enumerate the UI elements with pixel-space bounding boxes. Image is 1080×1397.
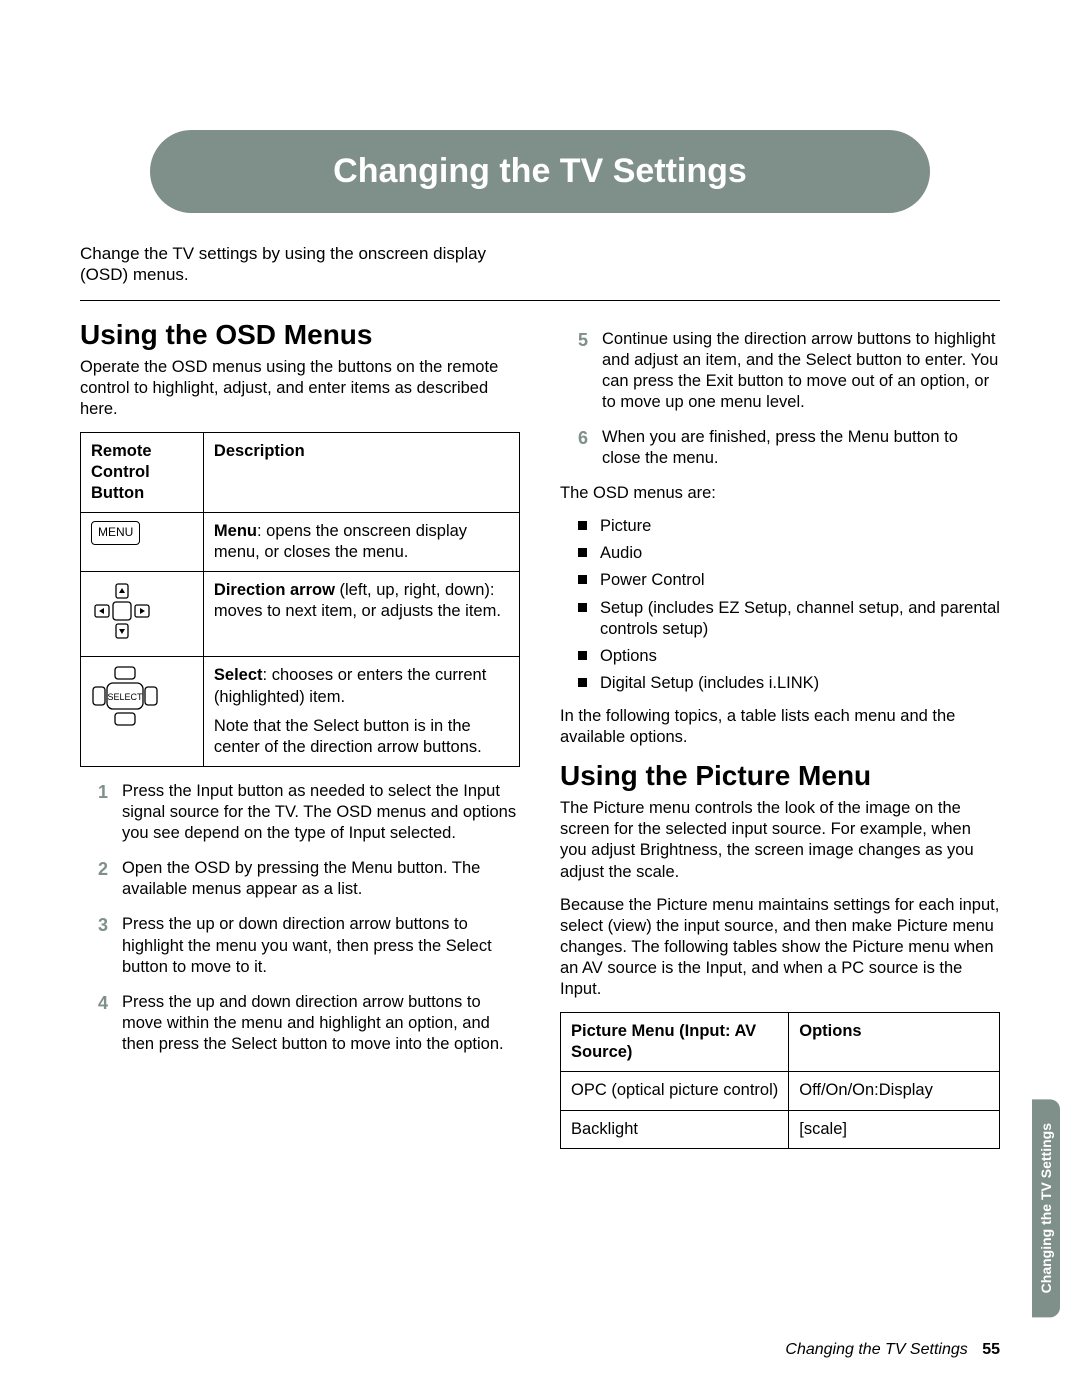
direction-arrow-icon-cell [81, 572, 204, 657]
select-button-description: Select: chooses or enters the current (h… [203, 657, 519, 766]
menu-button-description: Menu: opens the onscreen display menu, o… [203, 513, 519, 572]
osd-menus-intro: The OSD menus are: [560, 483, 1000, 504]
manual-page: Changing the TV Settings Change the TV s… [0, 0, 1080, 1397]
menu-button-icon: MENU [91, 521, 140, 544]
direction-arrow-description: Direction arrow (left, up, right, down):… [203, 572, 519, 657]
select-note: Note that the Select button is in the ce… [214, 716, 509, 758]
list-item: Power Control [578, 570, 1000, 591]
picture-menu-p2: Because the Picture menu maintains setti… [560, 895, 1000, 1001]
table-header-button: Remote Control Button [81, 432, 204, 512]
picture-menu-table: Picture Menu (Input: AV Source) Options … [560, 1012, 1000, 1148]
separator-rule [80, 300, 1000, 301]
list-item: Options [578, 646, 1000, 667]
step-item: Open the OSD by pressing the Menu button… [80, 858, 520, 900]
ptable-header-menu: Picture Menu (Input: AV Source) [561, 1013, 789, 1072]
page-footer: Changing the TV Settings 55 [785, 1341, 1000, 1359]
picture-menu-heading: Using the Picture Menu [560, 760, 1000, 792]
chapter-title-banner: Changing the TV Settings [150, 130, 930, 213]
desc-term: Select [214, 666, 263, 684]
using-osd-heading: Using the OSD Menus [80, 319, 520, 351]
page-intro: Change the TV settings by using the onsc… [80, 243, 520, 286]
step-item: When you are finished, press the Menu bu… [560, 427, 1000, 469]
step-item: Press the Input button as needed to sele… [80, 781, 520, 844]
menu-button-icon-cell: MENU [81, 513, 204, 572]
page-number: 55 [982, 1341, 1000, 1358]
ptable-header-options: Options [789, 1013, 1000, 1072]
using-osd-intro: Operate the OSD menus using the buttons … [80, 357, 520, 420]
ptable-cell: Off/On/On:Display [789, 1072, 1000, 1110]
ptable-cell: OPC (optical picture control) [561, 1072, 789, 1110]
step-item: Continue using the direction arrow butto… [560, 329, 1000, 413]
table-row: Direction arrow (left, up, right, down):… [81, 572, 520, 657]
step-item: Press the up or down direction arrow but… [80, 914, 520, 977]
table-row: Backlight [scale] [561, 1110, 1000, 1148]
list-item: Setup (includes EZ Setup, channel setup,… [578, 598, 1000, 640]
step-item: Press the up and down direction arrow bu… [80, 992, 520, 1055]
direction-arrow-icon [91, 580, 153, 642]
remote-buttons-table: Remote Control Button Description MENU M… [80, 432, 520, 767]
table-row: OPC (optical picture control) Off/On/On:… [561, 1072, 1000, 1110]
ptable-cell: [scale] [789, 1110, 1000, 1148]
picture-menu-p1: The Picture menu controls the look of th… [560, 798, 1000, 882]
select-button-icon: SELECT [91, 665, 159, 727]
right-column: Continue using the direction arrow butto… [560, 319, 1000, 1163]
osd-menus-list: Picture Audio Power Control Setup (inclu… [578, 516, 1000, 694]
osd-outro-text: In the following topics, a table lists e… [560, 706, 1000, 748]
left-column: Using the OSD Menus Operate the OSD menu… [80, 319, 520, 1163]
list-item: Picture [578, 516, 1000, 537]
osd-steps-list-left: Press the Input button as needed to sele… [80, 781, 520, 1055]
table-header-description: Description [203, 432, 519, 512]
desc-term: Menu [214, 522, 257, 540]
list-item: Digital Setup (includes i.LINK) [578, 673, 1000, 694]
list-item: Audio [578, 543, 1000, 564]
side-tab: Changing the TV Settings [1032, 1099, 1060, 1317]
ptable-cell: Backlight [561, 1110, 789, 1148]
desc-term: Direction arrow [214, 581, 335, 599]
table-row: SELECT Select: chooses or enters the cur… [81, 657, 520, 766]
select-icon-label: SELECT [107, 692, 143, 702]
table-row: MENU Menu: opens the onscreen display me… [81, 513, 520, 572]
osd-steps-list-right: Continue using the direction arrow butto… [560, 329, 1000, 470]
select-button-icon-cell: SELECT [81, 657, 204, 766]
footer-title: Changing the TV Settings [785, 1341, 967, 1358]
